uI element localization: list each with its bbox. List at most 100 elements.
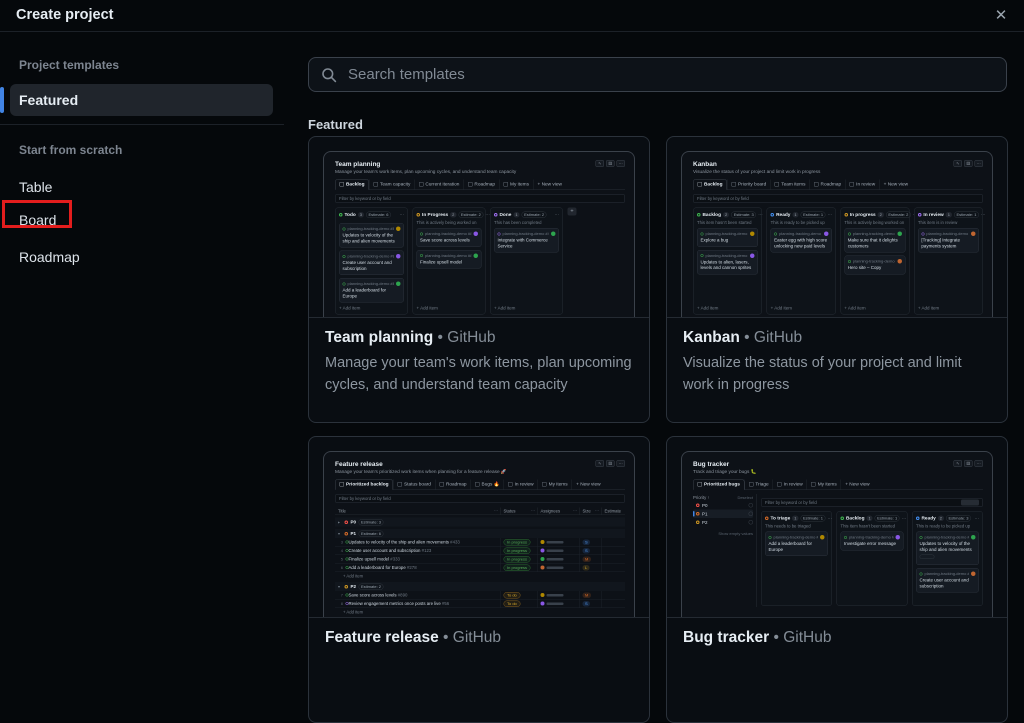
sidebar-item-board[interactable]: Board: [19, 211, 56, 229]
preview-card: planning-tracking-demo #853Updates to ve…: [916, 531, 979, 565]
preview-board-column: In Progress 2 Estimate: 2 ⋯ This is actively…: [412, 207, 490, 315]
preview-add-item: + Add item: [416, 305, 438, 311]
close-icon[interactable]: ✕: [990, 5, 1012, 27]
preview-board-column: Backlog 2 Estimate: 3 ⋯ This item hasn't bee…: [693, 207, 763, 315]
preview-card-title: Add a leaderboard for Europe: [768, 541, 813, 552]
preview-table-row: 5 Finalize upsell model #333 In progress M: [335, 555, 625, 564]
status-dot-icon: [840, 516, 844, 520]
size-pill: S: [582, 600, 591, 607]
preview-column-cards: planning-tracking-demo #757[Tracking] In…: [917, 228, 979, 253]
status-pill: To do: [503, 600, 521, 607]
template-title: Team planning: [325, 329, 434, 346]
status-pill: In progress: [503, 538, 531, 546]
insights-icon: ∿: [595, 160, 604, 167]
preview-header-label: Estimate: [604, 508, 622, 514]
preview-card-title: Explore a bug: [700, 237, 729, 243]
overflow-icon: ⋯: [758, 212, 763, 218]
overflow-icon: ⋯: [616, 460, 625, 467]
sidebar-item-featured[interactable]: Featured: [10, 84, 273, 116]
preview-panel-action: Deselect: [737, 495, 753, 500]
count-ring-icon: [748, 520, 753, 525]
status-pill: In progress: [503, 547, 531, 554]
template-card-feature-release[interactable]: Feature release Manage your team's priori…: [308, 436, 650, 723]
preview-title: Team planning: [335, 160, 381, 168]
status-dot-icon: [696, 520, 700, 524]
preview-tab: Current iteration: [414, 179, 463, 190]
status-dot-icon: [774, 232, 778, 236]
avatar: [823, 231, 829, 236]
preview-row-title: Save score across levels #890: [348, 592, 408, 598]
preview-header-label: Size: [582, 508, 591, 514]
preview-count-pill: 3: [357, 212, 364, 218]
assignee-name: [546, 549, 564, 552]
preview-window: Kanban Visualize the status of your proje…: [681, 151, 993, 317]
preview-column-header-cell: Estimate: [601, 507, 625, 515]
preview-tabs: Backlog Team capacity Current iteration Roa…: [335, 179, 625, 190]
preview-card-repo: planning-tracking-demo #757: [926, 231, 969, 237]
avatar: [551, 231, 556, 236]
search-input[interactable]: [346, 65, 994, 84]
status-dot-icon: [494, 213, 498, 217]
template-card-bug-tracker[interactable]: Bug tracker Track and triage your bugs 🐛 ∿…: [666, 436, 1008, 723]
preview-tab: Priority board: [726, 179, 770, 190]
preview-column-name: Ready: [921, 515, 936, 522]
preview-tab: Team items: [770, 179, 809, 190]
preview-table-row: 6 Add a leaderboard for Europe #278 In pr…: [335, 563, 625, 572]
preview-title: Kanban: [693, 160, 717, 168]
layout-icon: ▥: [964, 160, 973, 167]
preview-board-column: Todo3Estimate: 6⋯This item hasn't been s…: [335, 207, 408, 315]
avatar: [750, 253, 755, 258]
preview-column-header-cell: Title ⋯: [335, 508, 500, 515]
preview-card-title: Investigate error message: [844, 541, 897, 546]
preview-card-repo: planning-tracking-demo #787: [779, 231, 822, 237]
sidebar-item-table[interactable]: Table: [19, 178, 52, 196]
preview-card-title: [Tracking] Integrate payments system: [921, 237, 960, 249]
preview-tab: Prioritized bugs: [693, 479, 745, 490]
avatar: [897, 231, 902, 236]
preview-column-cards: planning-tracking-demo #853Updates to ve…: [339, 223, 404, 303]
preview-add-item: + Add item: [339, 305, 361, 311]
status-dot-icon: [697, 213, 701, 217]
preview-column-subtitle: This item hasn't been started: [840, 523, 895, 529]
preview-card-repo: planning-tracking-demo #853: [924, 535, 970, 540]
preview-card: planning-tracking-demo #754Make sure tha…: [844, 228, 906, 253]
preview-card-meta: planning-tracking-demo #757: [921, 231, 976, 237]
preview-card-repo: planning-tracking-demo #853: [347, 226, 395, 232]
column-menu-icon: ⋯: [572, 508, 577, 514]
preview-count-pill: 1: [792, 212, 799, 218]
search-icon: [322, 67, 337, 82]
preview-filter-button: [961, 499, 979, 506]
preview-card-meta: planning-tracking-demo #822: [919, 571, 976, 576]
assignee-name: [546, 566, 564, 569]
preview-window: Team planning Manage your team's work ite…: [323, 151, 635, 317]
overflow-icon: ⋯: [974, 460, 983, 467]
preview-card-title: Make sure that it delights customers: [847, 237, 898, 249]
preview-card-meta: planning-tracking-demo #878: [768, 535, 825, 540]
avatar: [396, 281, 401, 286]
preview-column-header: Done 1 Estimate: 2 ⋯: [494, 211, 559, 218]
preview-tab: Backlog: [693, 179, 727, 190]
section-title: Featured: [308, 116, 363, 132]
preview-group-name: P0: [350, 519, 357, 525]
preview-table-row: 3 Updates to velocity of the ship and al…: [335, 538, 625, 547]
template-label: Bug tracker • GitHub: [667, 618, 1007, 658]
template-card-kanban[interactable]: Kanban Visualize the status of your proje…: [666, 136, 1008, 423]
preview-title: Feature release: [335, 460, 383, 468]
preview-card-repo: planning-tracking-demo #555: [852, 259, 896, 264]
size-pill: M: [582, 592, 591, 598]
preview-toolbar: ∿ ▥ ⋯: [953, 160, 983, 167]
preview-tab: Backlog: [335, 179, 369, 190]
preview-card-meta: planning-tracking-demo #935: [844, 535, 900, 540]
preview-tab: Team capacity: [368, 179, 414, 190]
status-dot-icon: [921, 232, 925, 236]
template-card-team-planning[interactable]: Team planning Manage your team's work ite…: [308, 136, 650, 423]
preview-card-meta: planning-tracking-demo #878: [342, 281, 401, 286]
preview-table: Title ⋯ Status ⋯ Assignees ⋯ Size ⋯ Estimate ▸ P0 E…: [335, 507, 625, 616]
preview-card-title: Save score across levels: [420, 237, 470, 243]
preview-tab: Roadmap: [809, 179, 846, 190]
sidebar-item-roadmap[interactable]: Roadmap: [19, 248, 80, 266]
preview-row-ref: #278: [406, 565, 417, 570]
assignee-name: [546, 557, 564, 561]
preview-column-header-cell: Assignees ⋯: [537, 507, 579, 515]
preview-board-column: To triage 1 Estimate: 1 ⋯ This needs to be t…: [761, 511, 832, 606]
